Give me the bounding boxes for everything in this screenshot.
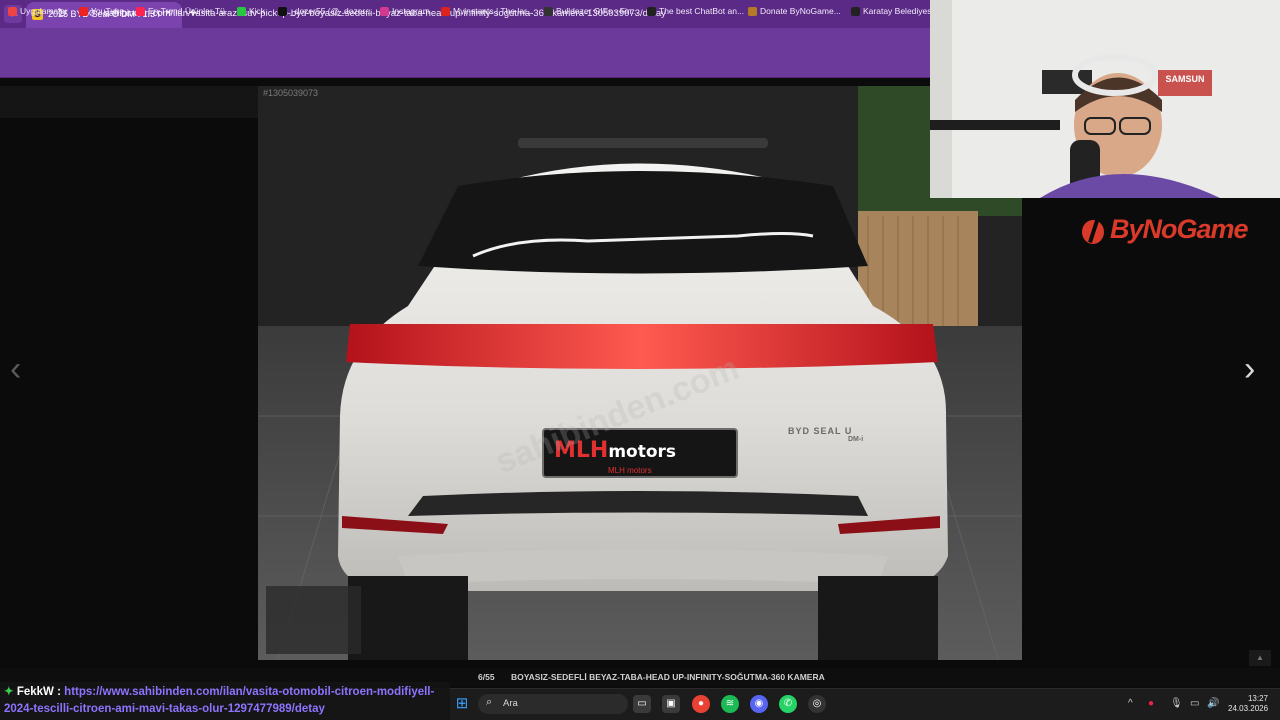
store-icon[interactable]: ▣ (662, 695, 680, 713)
bookmark-label: Instagram (392, 6, 430, 16)
bookmark-item[interactable]: Myinstants | The lar... (441, 5, 533, 17)
bookmark-item[interactable]: _dozer55 (@_dozer... (278, 5, 372, 17)
bookmark-item[interactable]: En Trend Ürünler Tü... (136, 5, 232, 17)
listing-id: #1305039073 (263, 88, 319, 98)
bookmark-item[interactable]: Karatay Belediyesi (851, 5, 933, 17)
browser-toolbar (0, 28, 930, 56)
next-photo-chevron-icon[interactable]: › (1244, 352, 1255, 386)
scroll-top-icon[interactable]: ▲ (1249, 650, 1271, 666)
webcam-feed: SAMSUN (930, 0, 1280, 198)
bookmark-label: En Trend Ürünler Tü... (148, 6, 232, 16)
search-icon: ⌕ (486, 696, 493, 708)
chat-badge-icon: ✦ (4, 686, 14, 698)
bookmark-item[interactable]: Instagram (380, 5, 430, 17)
model-badge: BYD SEAL U (788, 426, 853, 436)
obs-icon[interactable]: ◎ (808, 695, 826, 713)
bynogame-mark-icon (1082, 216, 1104, 244)
bookmark-item[interactable]: The best ChatBot an... (647, 5, 744, 17)
chat-separator: : (57, 686, 61, 698)
photo-counter: 6/55 (478, 672, 495, 682)
bookmark-label: Kick (249, 6, 266, 16)
myinstants-icon (441, 6, 450, 16)
plate-subtitle: MLH motors (608, 466, 652, 475)
chat-message: ✦ FekkW : https://www.sahibinden.com/ila… (4, 684, 448, 718)
bookmark-label: Myinstants | The lar... (453, 6, 534, 16)
whatsapp-icon[interactable]: ✆ (779, 695, 797, 713)
discord-icon[interactable]: ◉ (750, 695, 768, 713)
chat-link[interactable]: https://www.sahibinden.com/ilan/vasita-o… (4, 686, 434, 715)
bookmark-item[interactable]: Donate ByNoGame... (748, 5, 841, 17)
tiktok-icon (278, 6, 287, 16)
taskbar-search[interactable] (478, 694, 628, 714)
gallery-header-strip (0, 86, 258, 118)
bookmark-item[interactable]: YouTube (79, 5, 124, 17)
network-icon[interactable]: ▭ (1190, 698, 1199, 709)
karatay-icon (851, 6, 860, 16)
task-view-icon[interactable]: ▭ (633, 695, 651, 713)
webcam-sign-text: SAMSUN (1165, 74, 1205, 84)
tray-app-icon[interactable]: ● (1148, 698, 1154, 709)
bynogame-brand-text: ByNoGame (1110, 214, 1249, 244)
photo-caption: BOYASIZ-SEDEFLİ BEYAZ-TABA-HEAD UP-INFIN… (511, 672, 825, 682)
bookmark-label: Donate ByNoGame... (760, 6, 841, 16)
chat-username: FekkW (16, 686, 54, 698)
spotify-icon[interactable]: ≋ (721, 695, 739, 713)
model-badge-sub: DM-i (848, 436, 864, 443)
chatbot-icon (647, 6, 656, 16)
bookmark-label: Karatay Belediyesi (863, 6, 934, 16)
car-photo[interactable]: MLHmotors MLH motors BYD SEAL U DM-i sah… (258, 86, 1022, 660)
volume-icon[interactable]: 🔊 (1207, 698, 1219, 709)
bookmark-item[interactable]: Uygulamalar (8, 5, 68, 17)
clock-time: 13:27 (1247, 694, 1268, 703)
kick-icon (237, 6, 246, 16)
bookmarks-bar (0, 56, 930, 78)
windows-start-icon[interactable]: ⊞ (453, 695, 471, 713)
bookmark-item[interactable]: Bulldozer GIFs - Fin... (544, 5, 639, 17)
bookmark-label: _dozer55 (@_dozer... (290, 6, 372, 16)
bookmark-label: The best ChatBot an... (659, 6, 745, 16)
youtube-icon (79, 6, 88, 16)
bookmark-item[interactable]: Kick (237, 5, 265, 17)
tray-expand-icon[interactable]: ^ (1128, 698, 1133, 709)
taskbar-clock[interactable]: 13:27 24.03.2026 (1228, 694, 1268, 714)
taskbar-search-text: Ara (503, 698, 518, 709)
bynogame-logo: ByNoGame (1080, 214, 1249, 245)
microphone-icon[interactable]: 🎙 (1170, 698, 1183, 709)
apps-grid-icon (8, 6, 17, 16)
gif-icon (544, 6, 553, 16)
bookmark-label: Bulldozer GIFs - Fin... (556, 6, 639, 16)
trend-icon (136, 6, 145, 16)
chrome-icon[interactable]: ● (692, 695, 710, 713)
clock-date: 24.03.2026 (1228, 704, 1269, 713)
instagram-icon (380, 6, 389, 16)
previous-photo-chevron-icon[interactable]: ‹ (10, 352, 21, 386)
bookmark-label: YouTube (91, 6, 125, 16)
bookmark-label: Uygulamalar (20, 6, 68, 16)
donate-icon (748, 6, 757, 16)
